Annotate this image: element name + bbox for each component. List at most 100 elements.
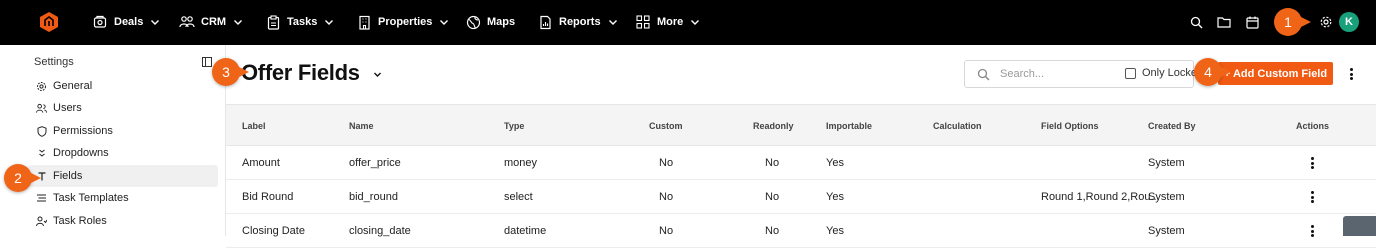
sidebar-item-task-templates[interactable]: Task Templates [28, 187, 218, 209]
chevron-down-icon [151, 20, 160, 25]
cell-importable: Yes [826, 191, 844, 203]
column-header-importable[interactable]: Importable [826, 121, 872, 131]
cell-label: Bid Round [242, 191, 294, 203]
chevron-down-icon [440, 20, 449, 25]
table-header: Label Name Type Custom Readonly Importab… [226, 104, 1376, 146]
column-header-created-by[interactable]: Created By [1148, 121, 1196, 131]
column-header-custom[interactable]: Custom [649, 121, 683, 131]
top-navigation-bar: Deals CRM Tasks Properties Maps Reports [0, 0, 1376, 45]
sidebar-item-general[interactable]: General [28, 75, 218, 97]
cell-readonly: No [765, 225, 780, 237]
search-icon [977, 68, 990, 80]
search-input[interactable] [1000, 68, 1100, 80]
table-row[interactable]: Bid Round bid_round select No No Yes Rou… [226, 180, 1376, 214]
cell-created-by: System [1148, 191, 1185, 203]
nav-crm-label: CRM [201, 16, 227, 28]
add-custom-field-button[interactable]: + Add Custom Field [1218, 62, 1333, 85]
chevron-down-icon [691, 20, 700, 25]
cell-label: Amount [242, 157, 280, 169]
column-header-calculation[interactable]: Calculation [933, 121, 982, 131]
list-icon [36, 193, 47, 204]
callout-marker: 2 [4, 164, 41, 192]
users-icon [36, 103, 47, 114]
column-header-field-options[interactable]: Field Options [1041, 121, 1099, 131]
calendar-icon[interactable] [1244, 14, 1260, 30]
sidebar-item-label: General [53, 80, 93, 92]
nav-maps[interactable]: Maps [465, 12, 515, 32]
nav-more[interactable]: More [635, 12, 700, 32]
gear-icon[interactable] [1318, 14, 1334, 30]
sidebar-item-label: Users [53, 102, 82, 114]
chevron-down-icon [608, 20, 617, 25]
cell-field-options: Round 1,Round 2,Rou... [1041, 191, 1160, 203]
chevron-down-icon [234, 20, 243, 25]
cell-type: money [504, 157, 538, 169]
nav-deals-label: Deals [114, 16, 144, 28]
sidebar-item-label: Task Templates [53, 192, 129, 204]
cell-importable: Yes [826, 225, 844, 237]
nav-tasks[interactable]: Tasks [265, 12, 334, 32]
sidebar-item-permissions[interactable]: Permissions [28, 120, 218, 142]
nav-deals[interactable]: Deals [92, 12, 160, 32]
only-locked-label: Only Locked [1142, 67, 1195, 79]
chat-widget-icon[interactable] [1343, 216, 1376, 236]
cell-type: datetime [504, 225, 547, 237]
sidebar-item-task-roles[interactable]: Task Roles [28, 210, 218, 232]
role-icon [36, 216, 47, 227]
row-actions-icon[interactable] [1310, 157, 1314, 169]
page-title[interactable]: Offer Fields [241, 60, 360, 86]
folder-icon[interactable] [1216, 14, 1232, 30]
cell-readonly: No [765, 191, 780, 203]
cell-name: offer_price [349, 157, 401, 169]
people-icon [179, 14, 195, 30]
cell-created-by: System [1148, 225, 1185, 237]
brand-logo-icon[interactable] [38, 11, 60, 33]
nav-tasks-label: Tasks [287, 16, 318, 28]
sidebar-item-label: Permissions [53, 125, 113, 137]
sidebar-item-label: Fields [53, 170, 83, 182]
checkbox-box[interactable] [1125, 67, 1136, 79]
building-icon [356, 14, 372, 30]
nav-reports[interactable]: Reports [537, 12, 618, 32]
nav-maps-label: Maps [487, 16, 516, 28]
cell-custom: No [659, 225, 674, 237]
cell-custom: No [659, 157, 674, 169]
callout-marker: 3 [212, 58, 249, 86]
globe-icon [465, 14, 481, 30]
more-options-icon[interactable] [1349, 68, 1353, 80]
cell-label: Closing Date [242, 225, 305, 237]
table-row[interactable]: Amount offer_price money No No Yes Syste… [226, 146, 1376, 180]
nav-reports-label: Reports [559, 16, 601, 28]
nav-crm[interactable]: CRM [179, 12, 243, 32]
column-header-name[interactable]: Name [349, 121, 374, 131]
column-header-readonly[interactable]: Readonly [753, 121, 794, 131]
only-locked-checkbox[interactable]: Only Locked [1125, 67, 1195, 79]
callout-marker: 1 [1274, 8, 1311, 36]
grid-icon [635, 14, 651, 30]
column-header-label[interactable]: Label [242, 121, 266, 131]
dropdown-icon [36, 148, 47, 159]
sidebar-item-dropdowns[interactable]: Dropdowns [28, 142, 218, 164]
shield-icon [36, 125, 47, 137]
avatar[interactable]: K [1339, 12, 1359, 32]
cell-name: bid_round [349, 191, 398, 203]
nav-properties[interactable]: Properties [356, 12, 449, 32]
cell-name: closing_date [349, 225, 411, 237]
row-actions-icon[interactable] [1310, 225, 1314, 237]
sidebar-title: Settings [34, 56, 74, 68]
sidebar-item-users[interactable]: Users [28, 97, 218, 119]
search-icon[interactable] [1188, 14, 1204, 30]
clipboard-icon [265, 14, 281, 30]
table-row[interactable]: Closing Date closing_date datetime No No… [226, 214, 1376, 248]
cell-custom: No [659, 191, 674, 203]
row-actions-icon[interactable] [1310, 191, 1314, 203]
cell-type: select [504, 191, 533, 203]
report-icon [537, 14, 553, 30]
chevron-down-icon[interactable] [373, 70, 382, 79]
column-header-type[interactable]: Type [504, 121, 524, 131]
sidebar-item-fields[interactable]: Fields [28, 165, 218, 187]
column-header-actions: Actions [1296, 121, 1330, 131]
collapse-sidebar-icon[interactable] [202, 57, 212, 67]
cell-importable: Yes [826, 157, 844, 169]
gear-icon [36, 81, 47, 92]
